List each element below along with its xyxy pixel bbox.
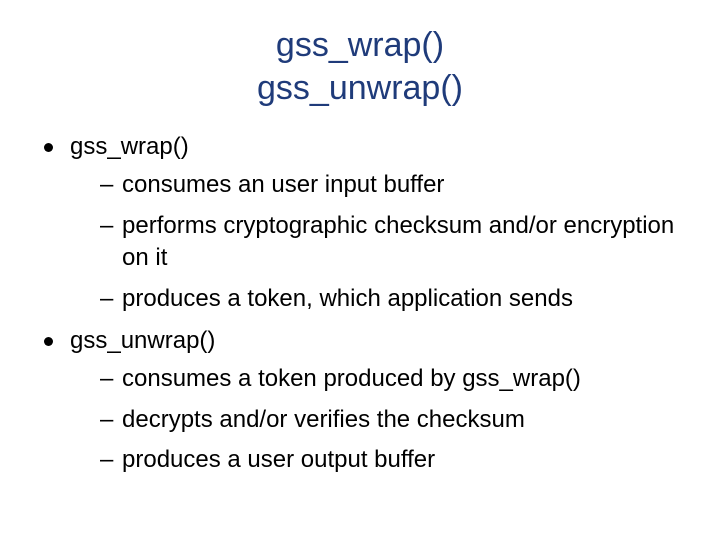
list-item: decrypts and/or verifies the checksum (70, 404, 682, 436)
list-item: produces a token, which application send… (70, 283, 682, 315)
list-item-text: produces a token, which application send… (122, 285, 573, 312)
list-item-text: produces a user output buffer (122, 446, 435, 473)
list-item-text: decrypts and/or verifies the checksum (122, 406, 525, 433)
slide: gss_wrap() gss_unwrap() gss_wrap() consu… (0, 0, 720, 540)
list-item: produces a user output buffer (70, 444, 682, 476)
list-item: consumes an user input buffer (70, 169, 682, 201)
sub-list: consumes a token produced by gss_wrap() … (70, 363, 682, 476)
section-heading: gss_unwrap() (70, 327, 215, 354)
section-heading: gss_wrap() (70, 133, 189, 160)
section-wrap: gss_wrap() consumes an user input buffer… (38, 131, 682, 315)
title-line-2: gss_unwrap() (257, 69, 463, 107)
sub-list: consumes an user input buffer performs c… (70, 169, 682, 315)
section-unwrap: gss_unwrap() consumes a token produced b… (38, 325, 682, 477)
title-line-1: gss_wrap() (276, 26, 444, 64)
list-item: performs cryptographic checksum and/or e… (70, 210, 682, 275)
list-item-text: performs cryptographic checksum and/or e… (122, 212, 674, 271)
slide-body: gss_wrap() consumes an user input buffer… (38, 131, 682, 477)
list-item: consumes a token produced by gss_wrap() (70, 363, 682, 395)
slide-title: gss_wrap() gss_unwrap() (38, 24, 682, 109)
list-item-text: consumes a token produced by gss_wrap() (122, 365, 581, 392)
bullet-list: gss_wrap() consumes an user input buffer… (38, 131, 682, 477)
list-item-text: consumes an user input buffer (122, 171, 444, 198)
